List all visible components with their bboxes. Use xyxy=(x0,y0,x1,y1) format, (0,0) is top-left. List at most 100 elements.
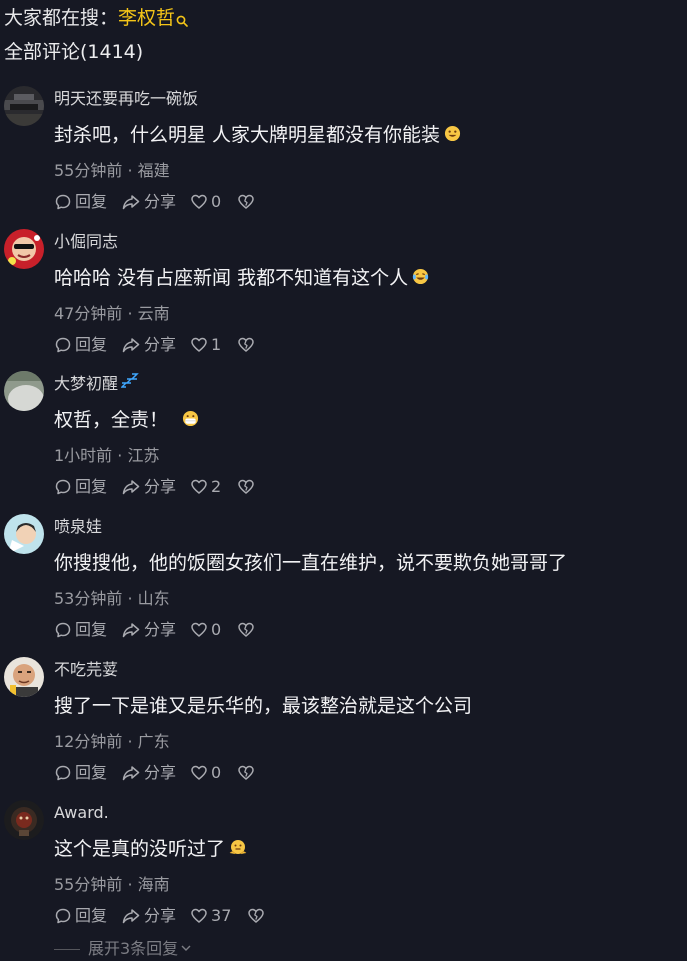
comment-bubble-icon xyxy=(54,907,72,925)
share-label: 分享 xyxy=(144,192,177,211)
comment-item: 小倔同志 哈哈哈 没有占座新闻 我都不知道有这个人 47分钟前 · 云南 回复 … xyxy=(0,227,687,369)
comment-location: 福建 xyxy=(137,161,170,180)
reply-label: 回复 xyxy=(75,192,108,211)
search-icon[interactable] xyxy=(176,7,188,35)
comment-meta: 55分钟前 · 福建 xyxy=(54,161,170,180)
reply-button[interactable]: 回复 xyxy=(54,761,107,785)
comment-content: 哈哈哈 没有占座新闻 我都不知道有这个人 xyxy=(54,263,429,293)
trending-search-keyword[interactable]: 李权哲 xyxy=(118,7,175,29)
chevron-down-icon xyxy=(178,937,192,961)
reply-label: 回复 xyxy=(75,477,108,496)
comment-actions: 回复 分享 37 xyxy=(54,904,265,928)
comment-content: 你搜搜他，他的饭圈女孩们一直在维护，说不要欺负她哥哥了 xyxy=(54,548,567,578)
comment-content: 权哲，全责！ xyxy=(54,405,199,435)
share-label: 分享 xyxy=(144,906,177,925)
comment-bubble-icon xyxy=(54,193,72,211)
share-button[interactable]: 分享 xyxy=(121,618,176,642)
comment-meta: 53分钟前 · 山东 xyxy=(54,589,170,608)
like-count: 0 xyxy=(211,192,222,211)
dislike-button[interactable] xyxy=(237,336,255,354)
comment-location: 山东 xyxy=(137,589,170,608)
comment-username[interactable]: 大梦初醒 xyxy=(54,373,139,395)
comment-username[interactable]: 喷泉娃 xyxy=(54,516,102,538)
like-button[interactable]: 2 xyxy=(190,475,221,499)
comment-item: 喷泉娃 你搜搜他，他的饭圈女孩们一直在维护，说不要欺负她哥哥了 53分钟前 · … xyxy=(0,512,687,654)
like-button[interactable]: 0 xyxy=(190,618,221,642)
heart-icon xyxy=(190,621,208,639)
comment-location: 广东 xyxy=(137,732,170,751)
zzz-sleep-icon xyxy=(120,373,139,395)
avatar[interactable] xyxy=(4,514,44,554)
reply-button[interactable]: 回复 xyxy=(54,475,107,499)
avatar[interactable] xyxy=(4,800,44,840)
like-button[interactable]: 1 xyxy=(190,333,221,357)
heart-icon xyxy=(190,336,208,354)
shrug-face-emoji xyxy=(229,835,247,865)
share-button[interactable]: 分享 xyxy=(121,190,176,214)
comment-time: 55分钟前 xyxy=(54,161,123,180)
reply-label: 回复 xyxy=(75,906,108,925)
comment-time: 1小时前 xyxy=(54,446,113,465)
dislike-button[interactable] xyxy=(237,764,255,782)
reply-button[interactable]: 回复 xyxy=(54,904,107,928)
like-button[interactable]: 0 xyxy=(190,190,221,214)
comment-text: 搜了一下是谁又是乐华的，最该整治就是这个公司 xyxy=(54,695,473,717)
comment-text: 封杀吧，什么明星 人家大牌明星都没有你能装 xyxy=(54,124,441,146)
comment-meta: 1小时前 · 江苏 xyxy=(54,446,160,465)
comment-text: 哈哈哈 没有占座新闻 我都不知道有这个人 xyxy=(54,267,409,289)
share-button[interactable]: 分享 xyxy=(121,475,176,499)
comment-content: 搜了一下是谁又是乐华的，最该整治就是这个公司 xyxy=(54,691,472,721)
avatar[interactable] xyxy=(4,657,44,697)
avatar[interactable] xyxy=(4,229,44,269)
share-button[interactable]: 分享 xyxy=(121,761,176,785)
comment-bubble-icon xyxy=(54,336,72,354)
comment-text: 你搜搜他，他的饭圈女孩们一直在维护，说不要欺负她哥哥了 xyxy=(54,552,568,574)
heart-icon xyxy=(190,193,208,211)
broken-heart-icon xyxy=(237,764,255,782)
comment-bubble-icon xyxy=(54,478,72,496)
reply-button[interactable]: 回复 xyxy=(54,190,107,214)
comment-text: 权哲，全责！ xyxy=(54,409,169,431)
dislike-button[interactable] xyxy=(247,907,265,925)
comment-item: 大梦初醒 权哲，全责！ 1小时前 · 江苏 回复 分享 2 xyxy=(0,369,687,511)
like-button[interactable]: 0 xyxy=(190,761,221,785)
share-arrow-icon xyxy=(121,193,141,211)
share-arrow-icon xyxy=(121,621,141,639)
comment-username[interactable]: 明天还要再吃一碗饭 xyxy=(54,88,198,110)
reply-label: 回复 xyxy=(75,763,108,782)
comment-meta: 12分钟前 · 广东 xyxy=(54,732,170,751)
reply-label: 回复 xyxy=(75,335,108,354)
heart-icon xyxy=(190,764,208,782)
comment-time: 12分钟前 xyxy=(54,732,123,751)
dislike-button[interactable] xyxy=(237,621,255,639)
dislike-button[interactable] xyxy=(237,478,255,496)
comment-meta: 55分钟前 · 海南 xyxy=(54,875,170,894)
reply-button[interactable]: 回复 xyxy=(54,333,107,357)
avatar[interactable] xyxy=(4,86,44,126)
broken-heart-icon xyxy=(247,907,265,925)
comment-item: Award. 这个是真的没听过了 55分钟前 · 海南 回复 分享 37 xyxy=(0,798,687,940)
like-count: 2 xyxy=(211,477,222,496)
grinning-emoji xyxy=(444,121,461,151)
share-button[interactable]: 分享 xyxy=(121,904,176,928)
dislike-button[interactable] xyxy=(237,193,255,211)
share-arrow-icon xyxy=(121,336,141,354)
expand-replies-button[interactable]: 展开3条回复 xyxy=(54,937,192,961)
broken-heart-icon xyxy=(237,621,255,639)
mask-face-emoji xyxy=(182,406,199,436)
comment-location: 云南 xyxy=(137,304,170,323)
comment-username[interactable]: 小倔同志 xyxy=(54,231,118,253)
avatar[interactable] xyxy=(4,371,44,411)
like-button[interactable]: 37 xyxy=(190,904,231,928)
comment-time: 53分钟前 xyxy=(54,589,123,608)
comment-location: 江苏 xyxy=(127,446,160,465)
comment-content: 封杀吧，什么明星 人家大牌明星都没有你能装 xyxy=(54,120,461,150)
broken-heart-icon xyxy=(237,336,255,354)
share-button[interactable]: 分享 xyxy=(121,333,176,357)
like-count: 0 xyxy=(211,763,222,782)
divider xyxy=(54,948,80,950)
comment-username[interactable]: Award. xyxy=(54,802,109,824)
reply-button[interactable]: 回复 xyxy=(54,618,107,642)
comment-username[interactable]: 不吃芫荽 xyxy=(54,659,118,681)
comment-count-title: 全部评论(1414) xyxy=(4,41,144,63)
